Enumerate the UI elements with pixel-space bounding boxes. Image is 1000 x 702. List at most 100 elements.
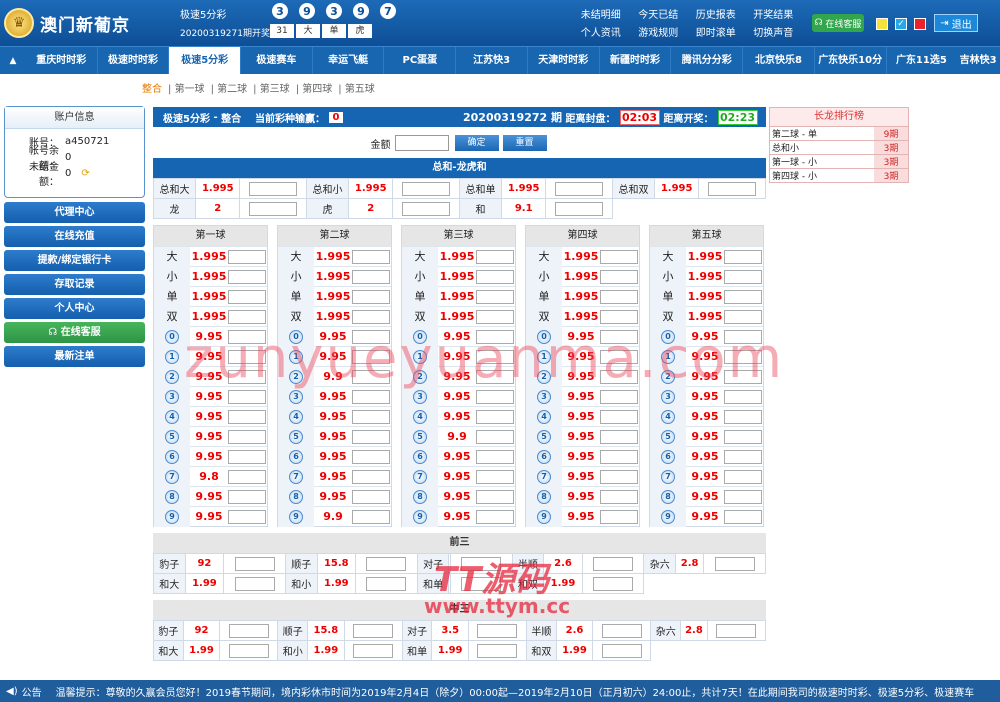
- link-sound[interactable]: 切换声音: [745, 24, 803, 39]
- bet-input[interactable]: [476, 309, 514, 324]
- bet-input[interactable]: [593, 576, 634, 591]
- bet-input[interactable]: [724, 309, 762, 324]
- bet-input[interactable]: [228, 349, 266, 364]
- link-settled-today[interactable]: 今天已结: [630, 6, 688, 21]
- bet-input[interactable]: [724, 429, 762, 444]
- link-profile[interactable]: 个人资讯: [572, 24, 630, 39]
- bet-input[interactable]: [402, 201, 451, 216]
- tab-game[interactable]: 广东11选5: [887, 47, 957, 74]
- bet-input[interactable]: [228, 449, 266, 464]
- bet-input[interactable]: [600, 289, 638, 304]
- link-results[interactable]: 开奖结果: [745, 6, 803, 21]
- bet-input[interactable]: [724, 469, 762, 484]
- bet-input[interactable]: [352, 409, 390, 424]
- link-rules[interactable]: 游戏规则: [630, 24, 688, 39]
- link-live[interactable]: 即时滚单: [687, 24, 745, 39]
- subtab-ball[interactable]: 第三球: [260, 84, 290, 95]
- bet-input[interactable]: [366, 576, 407, 591]
- bet-input[interactable]: [600, 349, 638, 364]
- agent-center-button[interactable]: 代理中心: [4, 202, 145, 223]
- bet-input[interactable]: [228, 623, 269, 638]
- bet-input[interactable]: [402, 181, 451, 196]
- bet-input[interactable]: [228, 389, 266, 404]
- bet-input[interactable]: [600, 449, 638, 464]
- collapse-arrow-icon[interactable]: ▲: [0, 47, 26, 74]
- latest-bets-button[interactable]: 最新注单: [4, 346, 145, 367]
- bet-input[interactable]: [366, 556, 407, 571]
- link-unsettled[interactable]: 未结明细: [572, 6, 630, 21]
- subtab-ball[interactable]: 第四球: [302, 84, 332, 95]
- bet-input[interactable]: [476, 249, 514, 264]
- bet-input[interactable]: [352, 349, 390, 364]
- tab-game[interactable]: 北京快乐8: [743, 47, 815, 74]
- refresh-icon[interactable]: ⟳: [81, 168, 89, 179]
- bet-input[interactable]: [234, 556, 275, 571]
- bet-input[interactable]: [600, 269, 638, 284]
- bet-input[interactable]: [476, 409, 514, 424]
- bet-input[interactable]: [708, 181, 757, 196]
- bet-input[interactable]: [724, 389, 762, 404]
- bet-input[interactable]: [228, 269, 266, 284]
- bet-input[interactable]: [352, 249, 390, 264]
- bet-input[interactable]: [476, 489, 514, 504]
- bet-input[interactable]: [555, 181, 604, 196]
- bet-input[interactable]: [352, 389, 390, 404]
- tab-game[interactable]: 江苏快3: [456, 47, 528, 74]
- bet-input[interactable]: [716, 623, 757, 638]
- bet-input[interactable]: [352, 329, 390, 344]
- withdraw-button[interactable]: 提款/绑定银行卡: [4, 250, 145, 271]
- bet-input[interactable]: [724, 369, 762, 384]
- bet-input[interactable]: [724, 489, 762, 504]
- tab-game[interactable]: 新疆时时彩: [600, 47, 672, 74]
- records-button[interactable]: 存取记录: [4, 274, 145, 295]
- bet-input[interactable]: [228, 369, 266, 384]
- bet-input[interactable]: [228, 429, 266, 444]
- tab-game[interactable]: 天津时时彩: [528, 47, 600, 74]
- tab-game[interactable]: 重庆时时彩: [26, 47, 98, 74]
- bet-input[interactable]: [600, 469, 638, 484]
- bet-input[interactable]: [461, 556, 502, 571]
- bet-input[interactable]: [352, 289, 390, 304]
- bet-input[interactable]: [353, 643, 394, 658]
- bet-input[interactable]: [555, 201, 604, 216]
- tab-game[interactable]: 幸运飞艇: [313, 47, 385, 74]
- bet-input[interactable]: [724, 289, 762, 304]
- bet-input[interactable]: [352, 429, 390, 444]
- bet-input[interactable]: [593, 556, 634, 571]
- bet-input[interactable]: [228, 289, 266, 304]
- subtab-ball[interactable]: 第二球: [217, 84, 247, 95]
- bet-input[interactable]: [228, 509, 266, 524]
- bet-input[interactable]: [600, 249, 638, 264]
- tab-game[interactable]: PC蛋蛋: [384, 47, 457, 74]
- theme-yellow-swatch[interactable]: [876, 18, 888, 30]
- bet-input[interactable]: [352, 369, 390, 384]
- tab-game-active[interactable]: 极速5分彩: [169, 47, 242, 74]
- bet-input[interactable]: [600, 309, 638, 324]
- bet-input[interactable]: [249, 181, 298, 196]
- bet-input[interactable]: [461, 576, 502, 591]
- bet-input[interactable]: [476, 389, 514, 404]
- logo[interactable]: ♛ 澳门新葡京: [4, 4, 152, 42]
- bet-input[interactable]: [724, 509, 762, 524]
- bet-input[interactable]: [724, 249, 762, 264]
- reset-button[interactable]: 重置: [502, 135, 547, 151]
- personal-center-button[interactable]: 个人中心: [4, 298, 145, 319]
- bet-input[interactable]: [724, 409, 762, 424]
- bet-input[interactable]: [477, 643, 518, 658]
- bet-input[interactable]: [477, 623, 518, 638]
- tab-game[interactable]: 极速赛车: [241, 47, 313, 74]
- bet-input[interactable]: [476, 349, 514, 364]
- bet-input[interactable]: [476, 429, 514, 444]
- bet-input[interactable]: [352, 269, 390, 284]
- subtab-all[interactable]: 整合: [142, 84, 162, 95]
- bet-input[interactable]: [476, 509, 514, 524]
- bet-input[interactable]: [476, 289, 514, 304]
- bet-input[interactable]: [352, 449, 390, 464]
- bet-input[interactable]: [600, 509, 638, 524]
- bet-input[interactable]: [228, 329, 266, 344]
- bet-input[interactable]: [476, 329, 514, 344]
- subtab-ball[interactable]: 第一球: [175, 84, 205, 95]
- side-service-button[interactable]: ☊ 在线客服: [4, 322, 145, 343]
- bet-input[interactable]: [601, 643, 642, 658]
- bet-input[interactable]: [228, 409, 266, 424]
